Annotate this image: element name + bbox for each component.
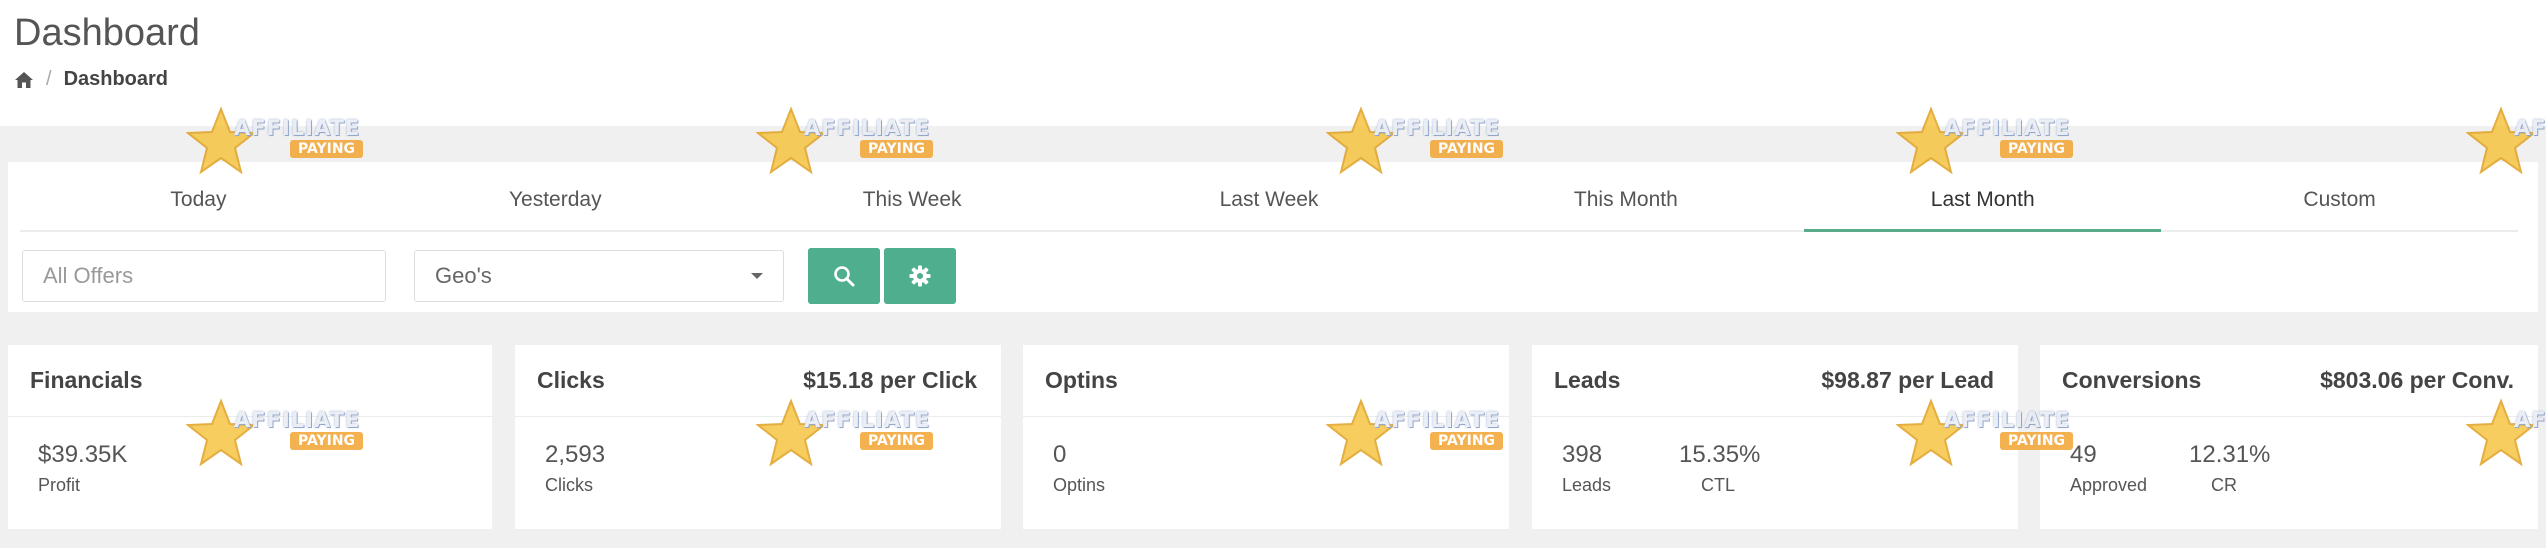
geo-select-value: Geo's xyxy=(435,263,492,288)
date-range-tabs: Today Yesterday This Week Last Week This… xyxy=(20,170,2518,232)
home-icon[interactable] xyxy=(14,71,34,89)
settings-button[interactable] xyxy=(884,248,956,304)
metric-value: 15.35% xyxy=(1679,441,1761,468)
optins-card: Optins 0 Optins xyxy=(1023,345,1509,529)
metric-label: Profit xyxy=(38,475,81,495)
breadcrumb-current: Dashboard xyxy=(63,68,169,90)
card-rate: $15.18 per Click xyxy=(803,367,977,393)
optins-metric: 0 Optins xyxy=(1053,441,1105,496)
page-title: Dashboard xyxy=(14,12,200,54)
filter-panel: Today Yesterday This Week Last Week This… xyxy=(8,162,2538,312)
metric-label: Optins xyxy=(1053,475,1106,495)
tab-last-week[interactable]: Last Week xyxy=(1091,170,1448,230)
metric-value: 0 xyxy=(1053,441,1067,468)
ctl-metric: 15.35% CTL xyxy=(1679,441,1760,496)
metric-label: Clicks xyxy=(545,475,593,495)
financials-card: Financials $39.35K Profit xyxy=(8,345,492,529)
clicks-metric: 2,593 Clicks xyxy=(545,441,605,496)
profit-metric: $39.35K Profit xyxy=(38,441,127,496)
card-header: Clicks $15.18 per Click xyxy=(515,345,1001,417)
card-header: Leads $98.87 per Lead xyxy=(1532,345,2018,417)
card-title: Optins xyxy=(1045,367,1118,393)
card-header: Optins xyxy=(1023,345,1509,417)
metric-label: Approved xyxy=(2070,475,2148,495)
metric-value: $39.35K xyxy=(38,441,128,468)
search-icon xyxy=(834,266,855,287)
caret-down-icon xyxy=(751,273,763,279)
tab-this-week[interactable]: This Week xyxy=(734,170,1091,230)
card-title: Financials xyxy=(30,367,143,393)
conversions-card: Conversions $803.06 per Conv. 49 Approve… xyxy=(2040,345,2538,529)
card-title: Leads xyxy=(1554,367,1621,393)
card-title: Clicks xyxy=(537,367,605,393)
tab-last-month[interactable]: Last Month xyxy=(1804,170,2162,232)
approved-metric: 49 Approved xyxy=(2070,441,2147,496)
cr-metric: 12.31% CR xyxy=(2189,441,2270,496)
metric-value: 12.31% xyxy=(2189,441,2271,468)
metric-label: CR xyxy=(2211,475,2237,495)
card-header: Conversions $803.06 per Conv. xyxy=(2040,345,2538,417)
card-title: Conversions xyxy=(2062,367,2202,393)
card-rate: $803.06 per Conv. xyxy=(2320,367,2514,393)
offers-input[interactable] xyxy=(22,250,386,302)
metric-value: 398 xyxy=(1562,441,1603,468)
metric-value: 49 xyxy=(2070,441,2097,468)
gear-icon xyxy=(909,265,931,287)
tab-this-month[interactable]: This Month xyxy=(1447,170,1804,230)
geo-select[interactable]: Geo's xyxy=(414,250,784,302)
tab-yesterday[interactable]: Yesterday xyxy=(377,170,734,230)
card-rate: $98.87 per Lead xyxy=(1821,367,1994,393)
tab-custom[interactable]: Custom xyxy=(2161,170,2518,230)
card-header: Financials xyxy=(8,345,492,417)
metric-label: Leads xyxy=(1562,475,1612,495)
clicks-card: Clicks $15.18 per Click 2,593 Clicks xyxy=(515,345,1001,529)
metric-label: CTL xyxy=(1701,475,1736,495)
metric-value: 2,593 xyxy=(545,441,606,468)
breadcrumb-separator: / xyxy=(46,68,52,90)
leads-card: Leads $98.87 per Lead 398 Leads 15.35% C… xyxy=(1532,345,2018,529)
breadcrumb: / Dashboard xyxy=(14,68,168,91)
search-button[interactable] xyxy=(808,248,880,304)
leads-metric: 398 Leads xyxy=(1562,441,1611,496)
tab-today[interactable]: Today xyxy=(20,170,377,230)
